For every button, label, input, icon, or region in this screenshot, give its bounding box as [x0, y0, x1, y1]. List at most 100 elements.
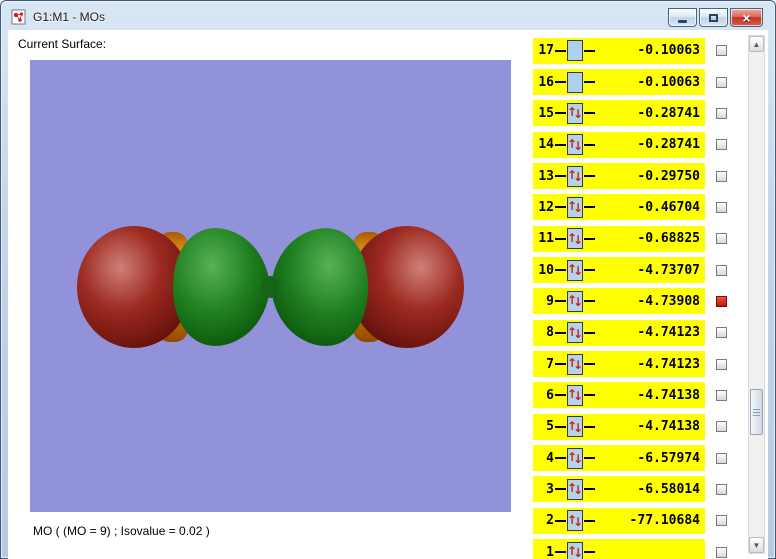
mo-row[interactable]: 8 ↑ ↓ -4.74123: [533, 317, 745, 348]
electron-down-icon: ↓: [573, 295, 583, 310]
mo-select-checkbox[interactable]: [716, 452, 727, 464]
mo-row[interactable]: 14 ↑ ↓ -0.28741: [533, 129, 745, 160]
mo-number: 1: [546, 544, 554, 559]
mo-select-checkbox[interactable]: [716, 515, 727, 527]
mo-level-strip[interactable]: 9 ↑ ↓ -4.73908: [533, 288, 705, 315]
mo-occupancy-box[interactable]: ↑ ↓: [567, 40, 583, 62]
mo-level-strip[interactable]: 14 ↑ ↓ -0.28741: [533, 131, 705, 158]
mo-row[interactable]: 7 ↑ ↓ -4.74123: [533, 348, 745, 379]
scroll-down-button[interactable]: ▼: [749, 537, 764, 553]
mo-occupancy-box[interactable]: ↑ ↓: [567, 259, 583, 281]
mo-select-checkbox[interactable]: [716, 170, 727, 182]
mo-level-strip[interactable]: 17 ↑ ↓ -0.10063: [533, 37, 705, 64]
mo-number: 3: [546, 481, 554, 497]
mo-select-checkbox[interactable]: [716, 327, 727, 339]
mo-select-checkbox[interactable]: [716, 45, 727, 57]
electron-down-icon: ↓: [573, 452, 583, 467]
mo-select-checkbox[interactable]: [716, 139, 727, 151]
mo-occupancy-box[interactable]: ↑ ↓: [567, 134, 583, 156]
mo-row[interactable]: 13 ↑ ↓ -0.29750: [533, 160, 745, 191]
mo-row[interactable]: 5 ↑ ↓ -4.74138: [533, 411, 745, 442]
mo-energy: -0.28741: [637, 137, 700, 153]
mo-occupancy-box[interactable]: ↑ ↓: [567, 71, 583, 93]
mo-occupancy-box[interactable]: ↑ ↓: [567, 165, 583, 187]
mo-level-strip[interactable]: 6 ↑ ↓ -4.74138: [533, 382, 705, 409]
mo-level-line-right: [584, 331, 595, 334]
mo-level-line-left: [555, 551, 566, 554]
mo-row[interactable]: 4 ↑ ↓ -6.57974: [533, 442, 745, 473]
mo-row[interactable]: 12 ↑ ↓ -0.46704: [533, 192, 745, 223]
electron-down-icon: ↓: [573, 389, 583, 404]
mo-row[interactable]: 11 ↑ ↓ -0.68825: [533, 223, 745, 254]
mo-select-checkbox[interactable]: [716, 358, 727, 370]
mo-occupancy-box[interactable]: ↑ ↓: [567, 510, 583, 532]
mo-level-strip[interactable]: 16 ↑ ↓ -0.10063: [533, 69, 705, 96]
mo-occupancy-box[interactable]: ↑ ↓: [567, 196, 583, 218]
mo-energy: -0.29750: [637, 168, 700, 184]
mo-level-line-left: [555, 457, 566, 460]
mo-list-scrollbar[interactable]: ▲ ▼: [748, 35, 765, 554]
mo-occupancy-box[interactable]: ↑ ↓: [567, 322, 583, 344]
mo-lobes-right: [271, 226, 464, 348]
mo-surface-render[interactable]: [30, 60, 511, 512]
minimize-button[interactable]: [668, 8, 697, 27]
mo-energy: -0.10063: [637, 74, 700, 90]
mo-level-line-right: [584, 269, 595, 272]
mo-select-checkbox[interactable]: [716, 233, 727, 245]
mo-row[interactable]: 10 ↑ ↓ -4.73707: [533, 254, 745, 285]
mo-row[interactable]: 9 ↑ ↓ -4.73908: [533, 286, 745, 317]
mo-occupancy-box[interactable]: ↑ ↓: [567, 102, 583, 124]
mo-level-strip[interactable]: 3 ↑ ↓ -6.58014: [533, 476, 705, 503]
maximize-button[interactable]: [699, 8, 728, 27]
mo-number: 9: [546, 293, 554, 309]
mo-select-checkbox[interactable]: [716, 264, 727, 276]
mo-level-line-right: [584, 49, 595, 52]
electron-down-icon: ↓: [573, 358, 583, 373]
mo-level-strip[interactable]: 13 ↑ ↓ -0.29750: [533, 163, 705, 190]
mo-level-strip[interactable]: 15 ↑ ↓ -0.28741: [533, 100, 705, 127]
mo-row[interactable]: 1 ↑ ↓: [533, 537, 745, 559]
scrollbar-thumb[interactable]: [750, 389, 763, 435]
mo-level-strip[interactable]: 7 ↑ ↓ -4.74123: [533, 351, 705, 378]
mo-select-checkbox[interactable]: [716, 421, 727, 433]
mo-select-checkbox[interactable]: [716, 546, 727, 558]
mo-occupancy-box[interactable]: ↑ ↓: [567, 416, 583, 438]
mo-level-line-left: [555, 425, 566, 428]
titlebar[interactable]: G1:M1 - MOs: [2, 2, 774, 31]
dialog-client-area: Current Surface: MO ((MO = 9) ; Isovalu…: [8, 30, 768, 559]
mo-occupancy-box[interactable]: ↑ ↓: [567, 478, 583, 500]
mo-level-strip[interactable]: 10 ↑ ↓ -4.73707: [533, 257, 705, 284]
mo-select-checkbox[interactable]: [716, 201, 727, 213]
mo-level-strip[interactable]: 5 ↑ ↓ -4.74138: [533, 413, 705, 440]
mo-energy: -0.46704: [637, 199, 700, 215]
mo-select-checkbox[interactable]: [716, 76, 727, 88]
mo-occupancy-box[interactable]: ↑ ↓: [567, 447, 583, 469]
mo-row[interactable]: 15 ↑ ↓ -0.28741: [533, 98, 745, 129]
close-button[interactable]: ×: [730, 8, 763, 27]
mo-select-checkbox[interactable]: [716, 295, 727, 307]
mo-level-strip[interactable]: 8 ↑ ↓ -4.74123: [533, 319, 705, 346]
mo-level-strip[interactable]: 2 ↑ ↓ -77.10684: [533, 507, 705, 534]
mo-row[interactable]: 3 ↑ ↓ -6.58014: [533, 474, 745, 505]
mo-level-strip[interactable]: 12 ↑ ↓ -0.46704: [533, 194, 705, 221]
mo-select-checkbox[interactable]: [716, 107, 727, 119]
window-title: G1:M1 - MOs: [33, 9, 106, 24]
mo-occupancy-box[interactable]: ↑ ↓: [567, 353, 583, 375]
scroll-up-button[interactable]: ▲: [749, 36, 764, 52]
electron-down-icon: ↓: [573, 107, 583, 122]
mo-row[interactable]: 2 ↑ ↓ -77.10684: [533, 505, 745, 536]
mo-level-line-left: [555, 394, 566, 397]
mo-row[interactable]: 16 ↑ ↓ -0.10063: [533, 66, 745, 97]
mo-number: 10: [538, 262, 554, 278]
mo-occupancy-box[interactable]: ↑ ↓: [567, 228, 583, 250]
mo-level-strip[interactable]: 11 ↑ ↓ -0.68825: [533, 225, 705, 252]
mo-level-strip[interactable]: 4 ↑ ↓ -6.57974: [533, 445, 705, 472]
mo-occupancy-box[interactable]: ↑ ↓: [567, 290, 583, 312]
mo-occupancy-box[interactable]: ↑ ↓: [567, 384, 583, 406]
mo-occupancy-box[interactable]: ↑ ↓: [567, 541, 583, 559]
mo-select-checkbox[interactable]: [716, 483, 727, 495]
mo-row[interactable]: 6 ↑ ↓ -4.74138: [533, 380, 745, 411]
mo-select-checkbox[interactable]: [716, 389, 727, 401]
mo-level-strip[interactable]: 1 ↑ ↓: [533, 539, 705, 559]
mo-row[interactable]: 17 ↑ ↓ -0.10063: [533, 35, 745, 66]
